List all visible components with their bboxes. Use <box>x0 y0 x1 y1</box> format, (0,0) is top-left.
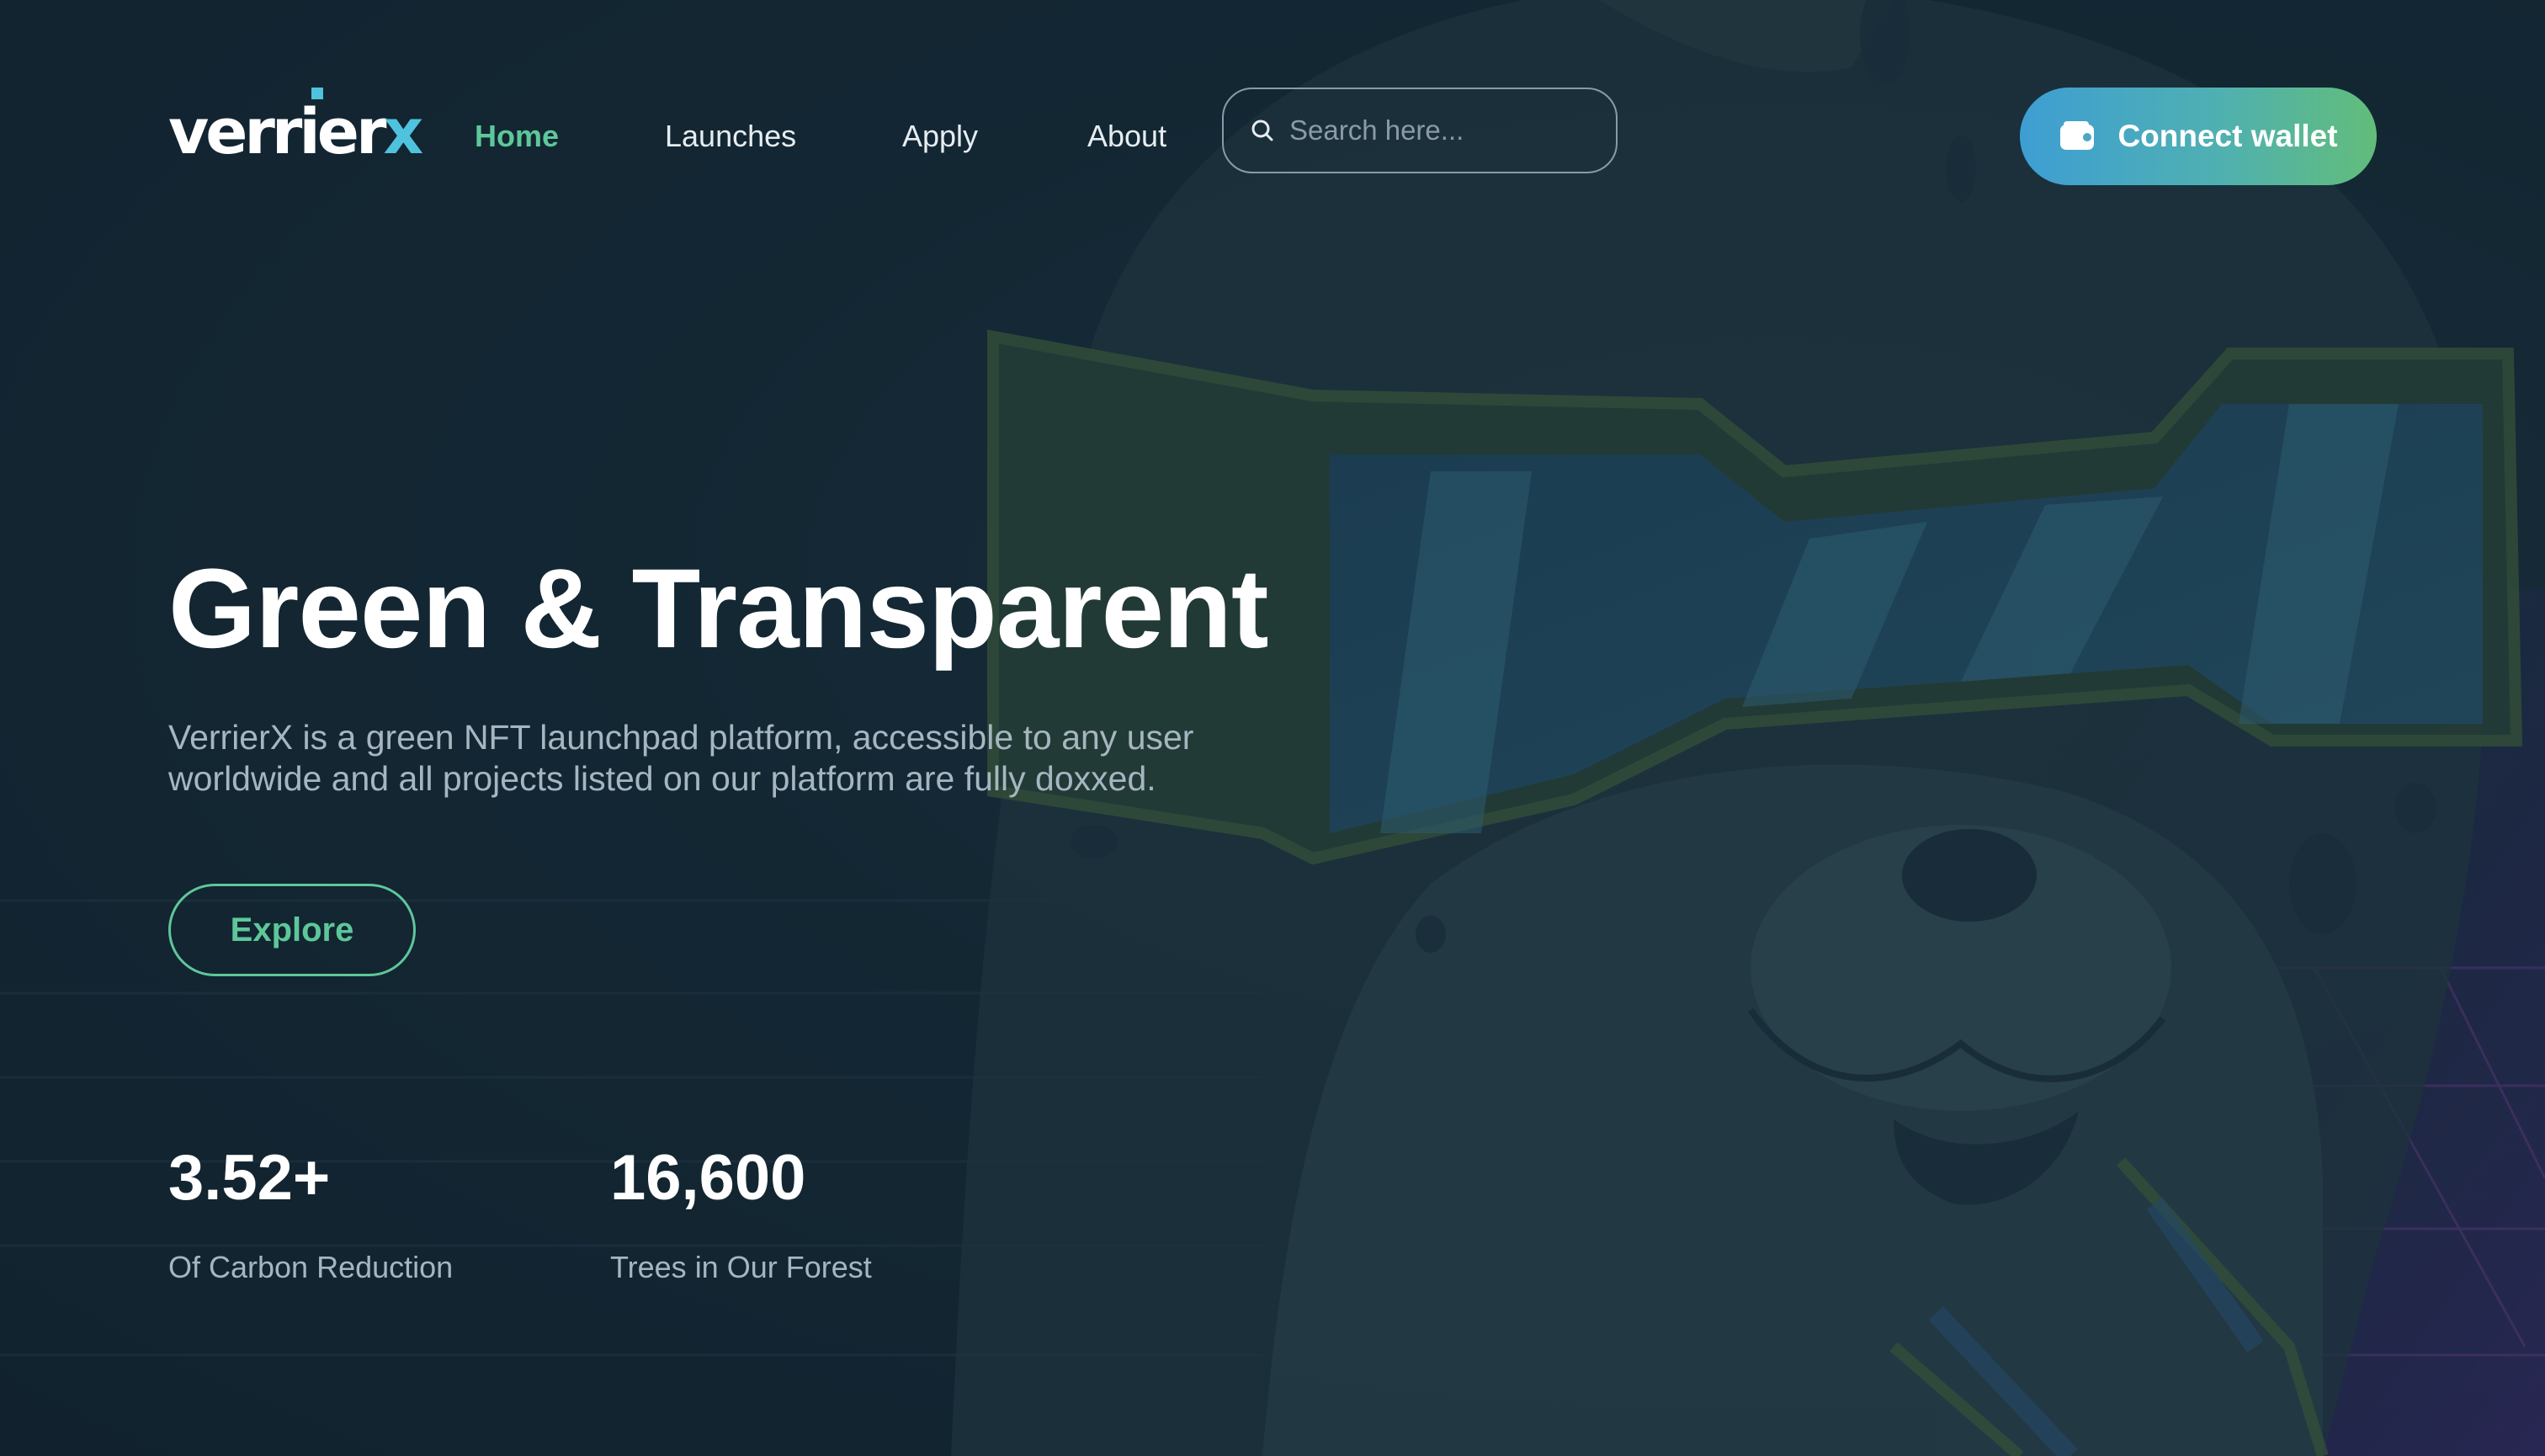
stat-carbon-value: 3.52+ <box>168 1142 331 1214</box>
hero-title: Green & Transparent <box>168 546 1269 672</box>
search-input[interactable] <box>1288 114 1611 147</box>
stat-trees-value: 16,600 <box>610 1142 806 1214</box>
stat-trees-label: Trees in Our Forest <box>610 1250 872 1284</box>
logo-spark-icon <box>311 88 323 99</box>
landing-page: verrierx Home Launches Apply About Conne… <box>0 0 2545 1456</box>
brand-logo[interactable]: verrier x <box>168 82 423 168</box>
search-box[interactable] <box>1222 88 1618 173</box>
nav-item-apply[interactable]: Apply <box>902 118 978 155</box>
nav-item-launches[interactable]: Launches <box>665 118 796 155</box>
hero-subtitle: VerrierX is a green NFT launchpad platfo… <box>168 718 1194 798</box>
explore-button[interactable]: Explore <box>168 884 416 976</box>
connect-wallet-button[interactable]: Connect wallet <box>2020 88 2377 185</box>
logo-accent-x: x <box>383 96 423 168</box>
wallet-icon <box>2060 121 2095 150</box>
nav-item-home[interactable]: Home <box>475 118 559 155</box>
nav-item-about[interactable]: About <box>1087 118 1166 155</box>
search-icon <box>1251 120 1273 141</box>
stat-carbon-label: Of Carbon Reduction <box>168 1250 454 1284</box>
connect-wallet-label: Connect wallet <box>2117 119 2338 153</box>
logo-wordmark: verrier <box>168 96 386 168</box>
